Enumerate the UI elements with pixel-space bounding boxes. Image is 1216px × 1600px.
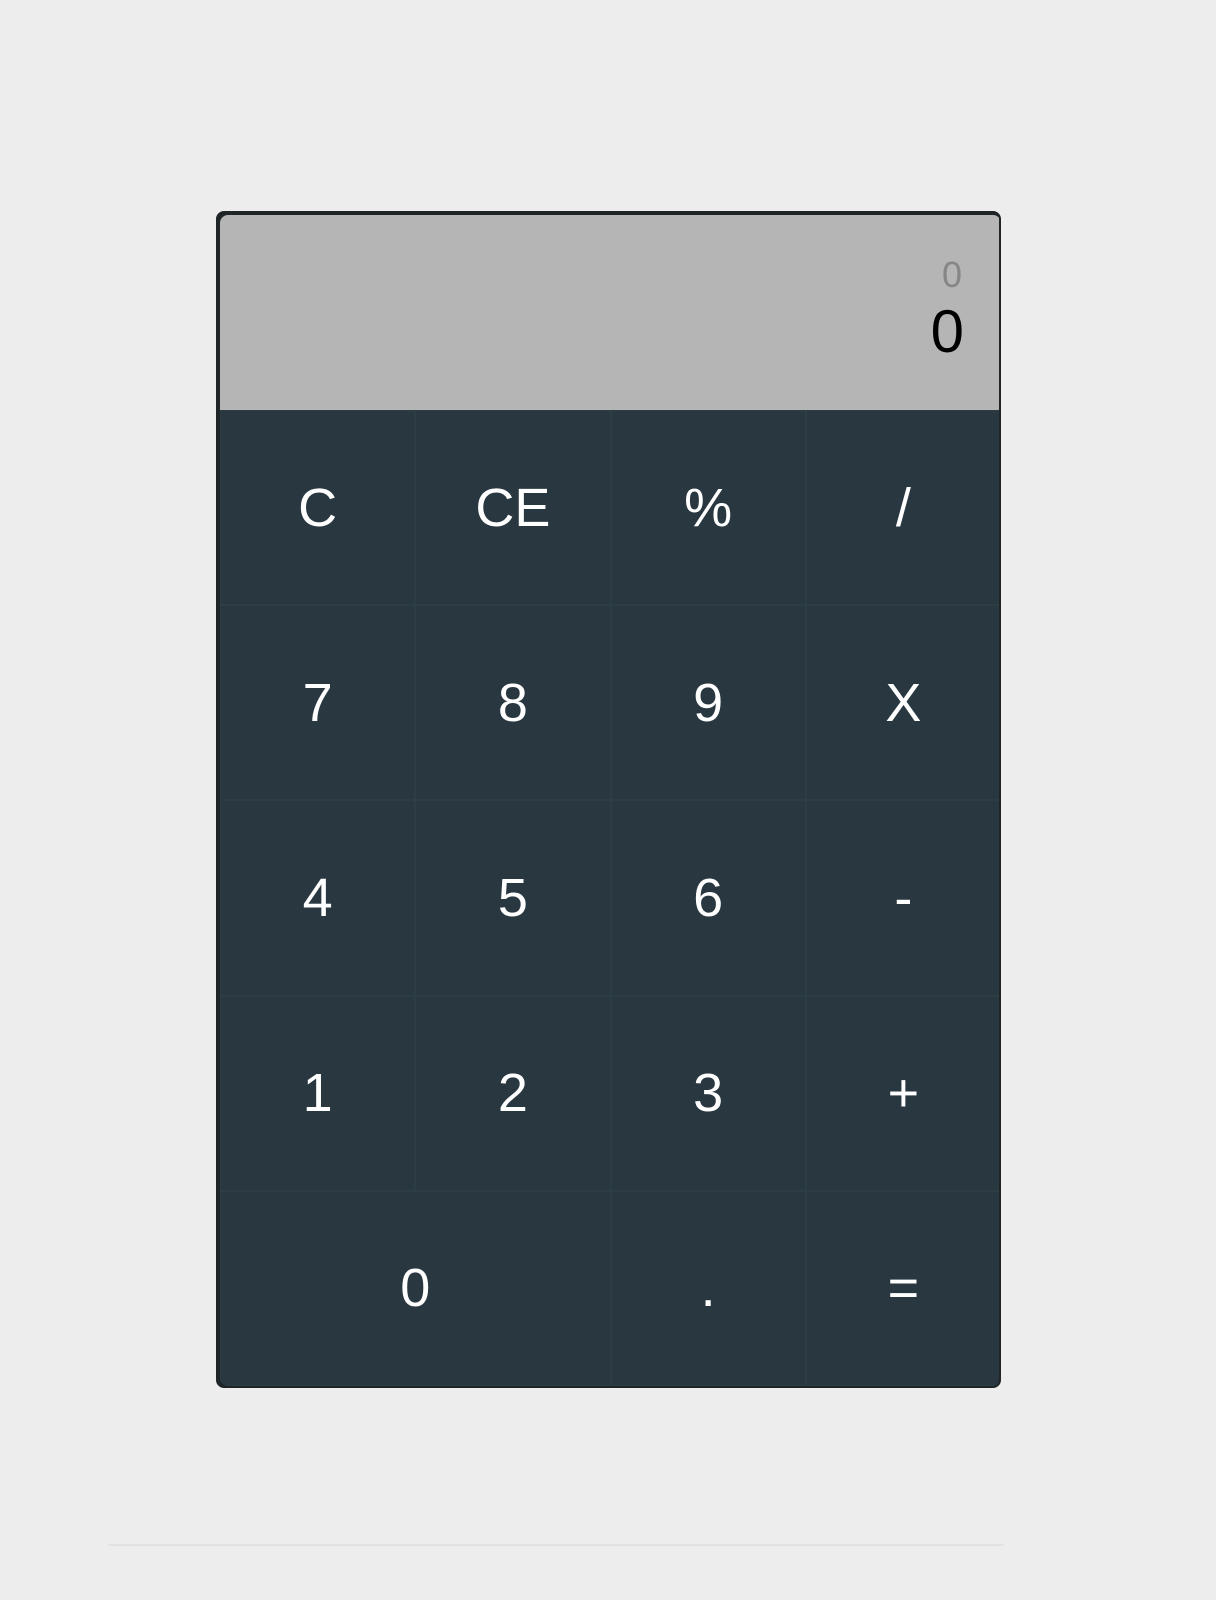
- clear-button[interactable]: C: [220, 410, 416, 606]
- digit-6-button[interactable]: 6: [610, 800, 806, 996]
- subtract-button[interactable]: -: [805, 800, 999, 996]
- digit-5-button[interactable]: 5: [415, 800, 611, 996]
- digit-9-button[interactable]: 9: [610, 605, 806, 801]
- digit-8-button[interactable]: 8: [415, 605, 611, 801]
- decimal-button[interactable]: .: [610, 1190, 806, 1386]
- percent-button[interactable]: %: [610, 410, 806, 606]
- add-button[interactable]: +: [805, 995, 999, 1191]
- digit-3-button[interactable]: 3: [610, 995, 806, 1191]
- clear-entry-button[interactable]: CE: [415, 410, 611, 606]
- divide-button[interactable]: /: [805, 410, 999, 606]
- equals-button[interactable]: =: [805, 1190, 999, 1386]
- calculator-display: 0 0: [220, 215, 999, 410]
- digit-0-button[interactable]: 0: [220, 1190, 611, 1386]
- digit-1-button[interactable]: 1: [220, 995, 416, 1191]
- display-current-value: 0: [930, 298, 964, 365]
- digit-4-button[interactable]: 4: [220, 800, 416, 996]
- multiply-button[interactable]: X: [805, 605, 999, 801]
- footer-divider: [108, 1544, 1004, 1546]
- display-history-value: 0: [941, 254, 962, 295]
- digit-2-button[interactable]: 2: [415, 995, 611, 1191]
- digit-7-button[interactable]: 7: [220, 605, 416, 801]
- calculator: 0 0 C CE % / 7 8 9 X 4 5 6 - 1 2 3 + 0 .…: [216, 211, 1001, 1388]
- keypad: C CE % / 7 8 9 X 4 5 6 - 1 2 3 + 0 . =: [220, 410, 999, 1386]
